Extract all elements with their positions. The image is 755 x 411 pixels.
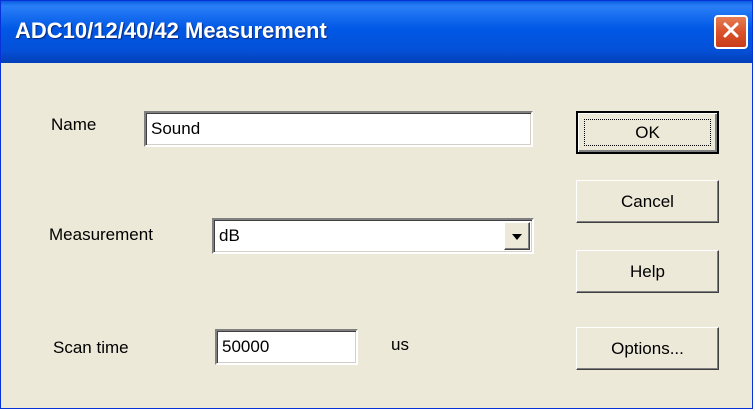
ok-button[interactable]: OK: [576, 111, 719, 154]
title-bar[interactable]: ADC10/12/40/42 Measurement: [1, 1, 752, 63]
options-button-label: Options...: [611, 338, 684, 358]
measurement-select[interactable]: dB: [212, 218, 534, 254]
chevron-down-icon: [511, 226, 523, 246]
measurement-value: dB: [219, 226, 240, 245]
close-icon: [722, 21, 740, 43]
name-label: Name: [51, 115, 97, 134]
scan-time-field[interactable]: 50000: [215, 329, 358, 365]
measurement-dropdown-button[interactable]: [504, 222, 530, 250]
dialog-body: Name Sound Measurement dB Scan time 5000…: [1, 63, 752, 408]
scan-time-value: 50000: [222, 337, 270, 356]
cancel-button-label: Cancel: [621, 191, 674, 211]
measurement-dialog: ADC10/12/40/42 Measurement Name Sound Me…: [0, 0, 753, 409]
scan-time-label: Scan time: [53, 338, 129, 357]
scan-time-unit: us: [391, 335, 409, 354]
measurement-label: Measurement: [49, 225, 153, 244]
focus-ring: [584, 119, 711, 146]
options-button[interactable]: Options...: [576, 327, 719, 370]
help-button[interactable]: Help: [576, 250, 719, 293]
close-button[interactable]: [714, 15, 748, 49]
name-field[interactable]: Sound: [144, 111, 533, 147]
window-title: ADC10/12/40/42 Measurement: [15, 18, 327, 43]
cancel-button[interactable]: Cancel: [576, 180, 719, 223]
help-button-label: Help: [630, 261, 665, 281]
name-value: Sound: [151, 119, 201, 138]
